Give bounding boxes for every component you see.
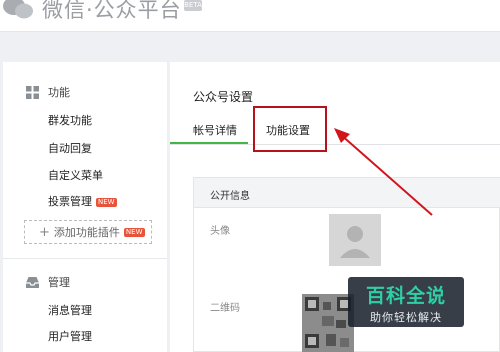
sidebar-item-vote-management[interactable]: 投票管理 NEW [48,193,117,209]
watermark-subtitle: 助你轻松解决 [370,311,442,324]
qrcode[interactable] [302,294,354,352]
panel-header: 公开信息 [194,178,500,208]
sidebar-section-title: 功能 [48,86,70,99]
sidebar-section-function: 功能 [25,84,70,100]
grid-icon [26,85,39,99]
new-badge: NEW [123,227,145,237]
wechat-logo-icon [3,0,33,19]
sidebar-section-title: 管理 [48,276,70,289]
plus-icon: + [39,224,50,240]
page-title: 公众号设置 [193,90,254,104]
sidebar-section-manage: 管理 [25,274,70,290]
sidebar: 功能 群发功能 自动回复 自定义菜单 投票管理 NEW + 添加功能插件 NEW … [3,62,167,352]
logo-text[interactable]: 微信·公众平台 [42,0,182,24]
sidebar-item-label: 用户管理 [48,330,92,343]
sidebar-item-message-management[interactable]: 消息管理 [48,302,92,318]
watermark-logo: 百科全说 助你轻松解决 [348,277,464,327]
avatar-placeholder-icon [329,214,381,266]
new-badge: NEW [96,198,117,207]
logo-badge: BETA [184,0,202,11]
sidebar-item-label: 自动回复 [48,142,92,155]
sidebar-item-label: 投票管理 [48,195,92,208]
avatar[interactable] [329,214,381,266]
tabs-divider [170,144,500,145]
sidebar-item-mass-send[interactable]: 群发功能 [48,112,92,128]
sidebar-item-label: 群发功能 [48,114,92,127]
sidebar-divider [3,258,167,259]
sidebar-item-auto-reply[interactable]: 自动回复 [48,140,92,156]
add-plugin-label: 添加功能插件 [53,226,120,239]
avatar-label: 头像 [210,226,230,237]
watermark-title: 百科全说 [365,285,446,307]
add-plugin-button[interactable]: + 添加功能插件 NEW [24,220,152,244]
sidebar-item-label: 自定义菜单 [48,169,103,182]
qrcode-icon [302,294,354,352]
top-bar: 微信·公众平台 BETA [0,0,500,32]
tab-account-details[interactable]: 帐号详情 [193,122,237,138]
sidebar-item-custom-menu[interactable]: 自定义菜单 [48,167,103,183]
qrcode-label: 二维码 [210,303,240,314]
sidebar-item-user-management[interactable]: 用户管理 [48,328,92,344]
highlight-annotation-box [253,106,327,152]
inbox-icon [26,276,39,288]
sidebar-item-label: 消息管理 [48,304,92,317]
